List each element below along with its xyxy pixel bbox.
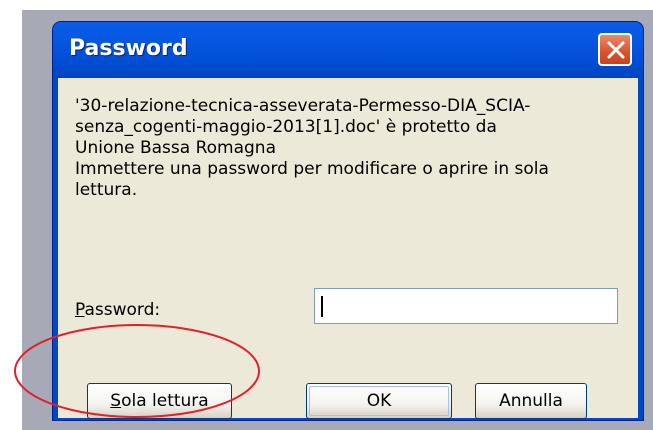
- dialog-title: Password: [69, 36, 188, 61]
- close-icon: [607, 41, 625, 59]
- message-line: Unione Bassa Romagna: [75, 138, 277, 158]
- screen-margin-top: [0, 0, 653, 10]
- title-bar[interactable]: Password: [53, 22, 643, 78]
- ok-button[interactable]: OK: [306, 383, 452, 419]
- highlight-ellipse: [14, 324, 260, 418]
- close-button[interactable]: [598, 33, 632, 66]
- message-line: senza_cogenti-maggio-2013[1].doc' è prot…: [75, 117, 497, 137]
- message-line: Immettere una password per modificare o …: [75, 159, 549, 179]
- text-caret: [321, 296, 323, 317]
- message-line: lettura.: [75, 180, 138, 200]
- cancel-button[interactable]: Annulla: [475, 383, 587, 419]
- password-input[interactable]: [314, 288, 618, 324]
- password-label: Password:: [75, 300, 161, 320]
- ok-button-label: OK: [366, 391, 392, 411]
- dialog-message: '30-relazione-tecnica-asseverata-Permess…: [75, 96, 635, 201]
- message-line: '30-relazione-tecnica-asseverata-Permess…: [75, 96, 531, 116]
- cancel-button-label: Annulla: [499, 391, 563, 411]
